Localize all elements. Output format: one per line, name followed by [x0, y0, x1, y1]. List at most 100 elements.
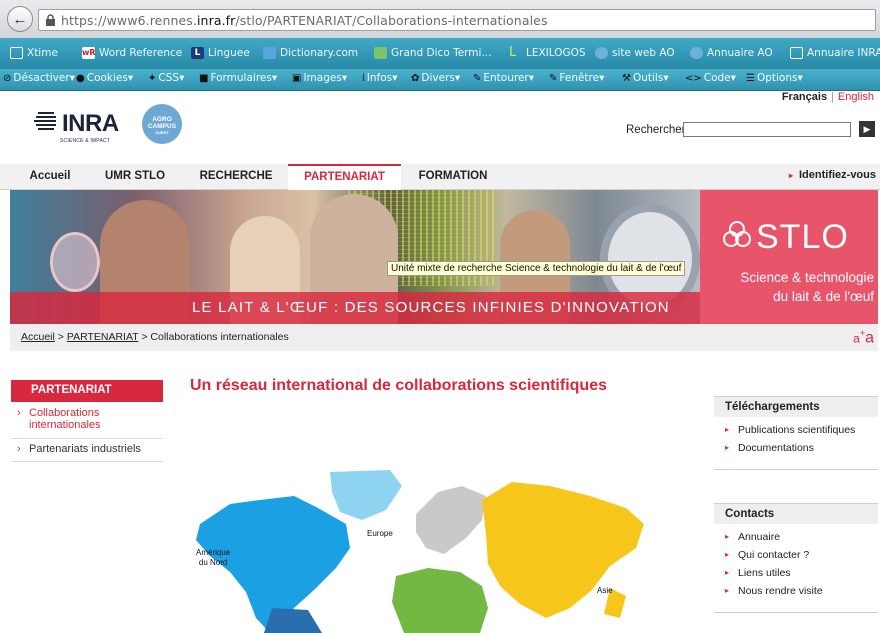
back-arrow-icon[interactable]: ← [7, 6, 33, 32]
inra-wordmark: INRA [62, 110, 119, 137]
text-size-button[interactable]: a+a [853, 328, 874, 347]
arrow-right-icon: ▸ [725, 443, 730, 452]
dev-misc-label: Divers [421, 72, 455, 84]
search-submit-icon[interactable]: ▶ [859, 121, 875, 137]
dictionary-icon [263, 47, 276, 59]
sidebar-title: PARTENARIAT [11, 380, 163, 402]
bookmark-annuaireao[interactable]: Annuaire AO [690, 47, 773, 59]
stlo-brand: STLO [756, 218, 849, 256]
contacts-item-label: Qui contacter ? [738, 549, 810, 561]
bookmark-granddico-label: Grand Dico Termi... [391, 47, 492, 59]
bookmark-granddico[interactable]: Grand Dico Termi... [374, 47, 491, 59]
breadcrumb-home[interactable]: Accueil [21, 331, 55, 343]
contacts-item[interactable]: ▸ Nous rendre visite [714, 582, 878, 600]
contacts-item[interactable]: ▸ Liens utiles [714, 564, 878, 582]
map-europe [416, 486, 486, 554]
sidebar-item-label: Collaborations internationales [29, 407, 101, 431]
inra-logo[interactable]: INRA SCIENCE & IMPACT [34, 108, 119, 144]
downloads-item-label: Publications scientifiques [738, 424, 856, 436]
downloads-item[interactable]: ▸ Publications scientifiques [714, 421, 878, 439]
dev-tools-label: Outils [632, 72, 664, 84]
lang-french[interactable]: Français [782, 91, 827, 103]
dev-options[interactable]: ☰ Options▾ [746, 72, 803, 84]
downloads-title: Téléchargements [714, 397, 878, 417]
bookmark-linguee[interactable]: L Linguee [191, 47, 250, 59]
contacts-item[interactable]: ▸ Qui contacter ? [714, 546, 878, 564]
agrocampus-logo[interactable]: AGRO CAMPUS OUEST [142, 104, 182, 144]
chevron-right-icon: › [17, 443, 21, 455]
info-icon: i [362, 73, 365, 84]
inra-mark-icon [34, 112, 56, 130]
granddico-icon [374, 47, 387, 59]
dev-tools[interactable]: ⚒ Outils▾ [622, 72, 669, 84]
contacts-item[interactable]: ▸ Annuaire [714, 528, 878, 546]
dev-cookies-label: Cookies [86, 72, 128, 84]
dev-options-label: Options [756, 72, 798, 84]
arrow-right-icon: ▸ [725, 425, 730, 434]
login-label: Identifiez-vous [798, 169, 876, 181]
banner-tooltip: Unité mixte de recherche Science & techn… [387, 261, 686, 276]
dev-misc[interactable]: ✿ Divers▾ [411, 72, 460, 84]
breadcrumb: Accueil > PARTENARIAT > Collaborations i… [21, 331, 289, 343]
nav-accueil[interactable]: Accueil [18, 164, 82, 190]
cloud-icon [595, 47, 608, 59]
image-icon: ▣ [292, 73, 302, 84]
dev-forms[interactable]: ■ Formulaires▾ [199, 72, 277, 84]
linguee-icon: L [191, 47, 204, 59]
map-label-asia: Asie [597, 586, 613, 595]
login-link[interactable]: ▸ Identifiez-vous [789, 169, 876, 181]
url-host: inra.fr [196, 13, 236, 28]
contacts-item-label: Liens utiles [738, 567, 791, 579]
code-icon: <> [685, 73, 702, 84]
dev-outline[interactable]: ✎ Entourer▾ [473, 72, 534, 84]
search-input[interactable] [683, 122, 851, 137]
dev-resize[interactable]: ✎ Fenêtre▾ [549, 72, 604, 84]
dev-cookies[interactable]: ● Cookies▾ [76, 72, 133, 84]
pencil-icon: ✎ [549, 73, 558, 84]
arrow-right-icon: ▸ [725, 568, 730, 577]
sidebar-item-collaborations[interactable]: › Collaborations internationales [11, 407, 163, 439]
dev-css-label: CSS [158, 72, 180, 84]
chevron-right-icon: › [17, 407, 21, 419]
header-banner: LE LAIT & L'ŒUF : DES SOURCES INFINIES D… [10, 190, 878, 324]
dev-code[interactable]: <> Code▾ [685, 72, 736, 84]
dev-css[interactable]: ✦ CSS▾ [148, 72, 184, 84]
bookmark-annuaireinra[interactable]: Annuaire INRA [790, 47, 880, 59]
downloads-item[interactable]: ▸ Documentations [714, 439, 878, 457]
bookmark-dictionary[interactable]: Dictionary.com [263, 47, 358, 59]
url-text: https://www6.rennes.inra.fr/stlo/PARTENA… [61, 13, 548, 28]
misc-icon: ✿ [411, 73, 420, 84]
bookmark-lexilogos[interactable]: L LEXILOGOS [509, 46, 586, 59]
bookmark-dictionary-label: Dictionary.com [280, 47, 359, 59]
dev-disable[interactable]: ⊘ Désactiver▾ [3, 72, 75, 84]
nav-recherche[interactable]: RECHERCHE [190, 164, 282, 190]
nav-partenariat[interactable]: PARTENARIAT [288, 164, 401, 190]
wrench-icon: ⚒ [622, 73, 631, 84]
map-label-north-america: Amérique du Nord [196, 548, 230, 568]
form-icon: ■ [199, 73, 209, 84]
lang-english[interactable]: English [838, 91, 874, 103]
bookmark-siteweb[interactable]: site web AO [595, 47, 675, 59]
dev-infos[interactable]: i Infos▾ [362, 72, 397, 84]
nav-umr-stlo[interactable]: UMR STLO [94, 164, 176, 190]
breadcrumb-section[interactable]: PARTENARIAT [67, 331, 139, 343]
sidebar-item-partenariats-industriels[interactable]: › Partenariats industriels [11, 442, 163, 462]
url-field[interactable]: https://www6.rennes.inra.fr/stlo/PARTENA… [38, 9, 876, 31]
dev-outline-label: Entourer [483, 72, 529, 84]
world-map [196, 470, 644, 633]
bookmark-xtime[interactable]: Xtime [10, 47, 58, 59]
map-label-europe: Europe [367, 529, 393, 538]
nav-formation[interactable]: FORMATION [410, 164, 496, 190]
agro-line2: CAMPUS [147, 123, 177, 130]
bookmark-annuaireao-label: Annuaire AO [707, 47, 773, 59]
cloud-icon [690, 47, 703, 59]
breadcrumb-sep: > [141, 331, 148, 343]
bookmark-wordreference-label: Word Reference [99, 47, 183, 59]
dev-images[interactable]: ▣ Images▾ [292, 72, 347, 84]
contacts-item-label: Nous rendre visite [738, 585, 823, 597]
bookmark-wordreference[interactable]: wR Word Reference [82, 47, 182, 59]
inra-tagline: SCIENCE & IMPACT [60, 138, 111, 144]
page-icon [10, 47, 23, 59]
arrow-right-icon: ▸ [788, 171, 793, 180]
bookmark-lexilogos-label: LEXILOGOS [526, 47, 586, 59]
